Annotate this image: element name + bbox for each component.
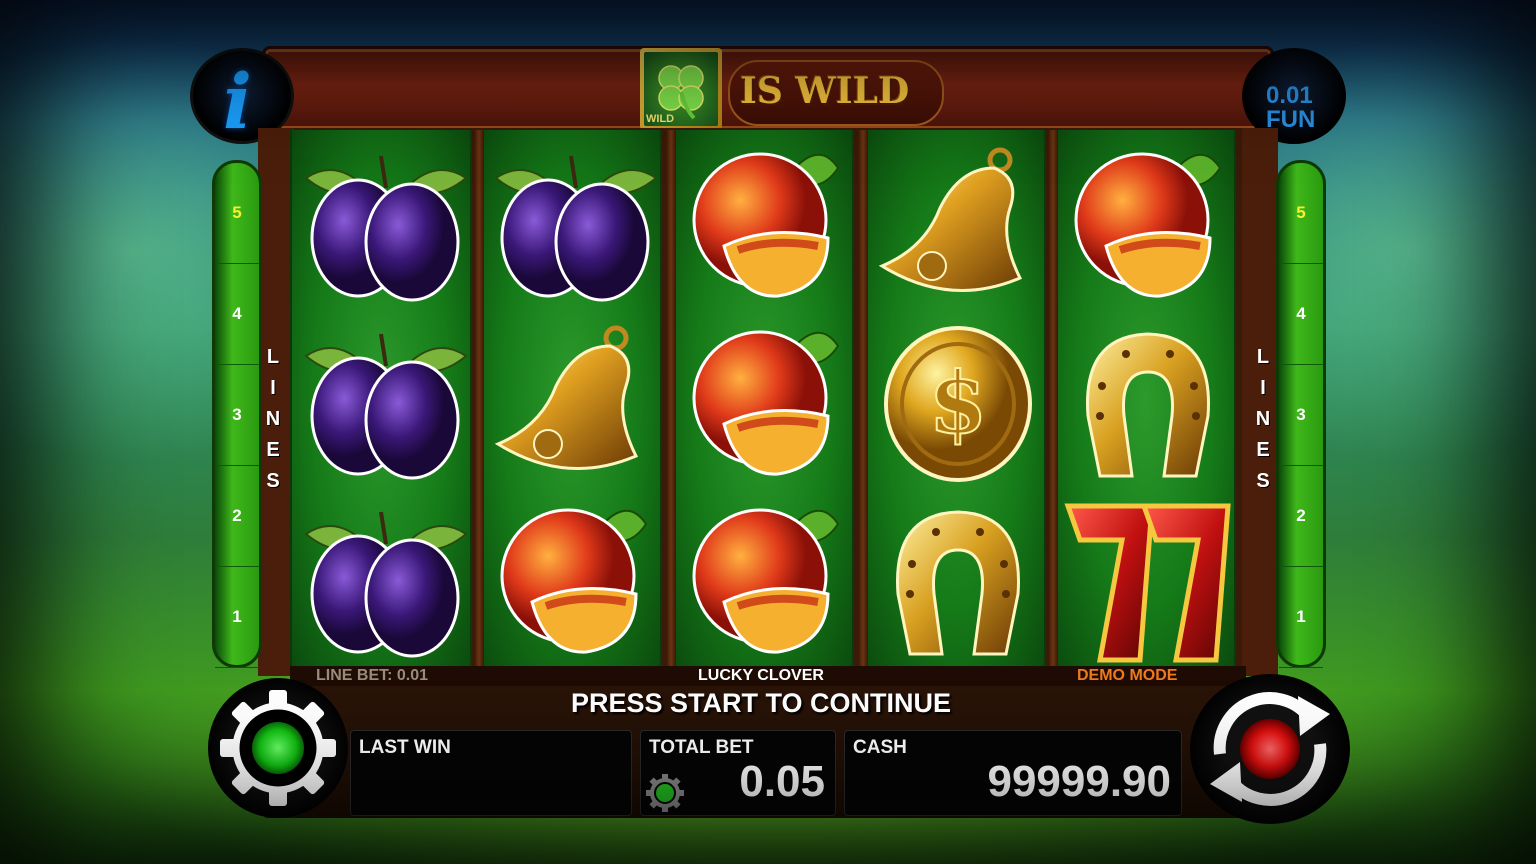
demo-mode-badge: DEMO MODE — [1077, 667, 1178, 684]
gear-icon — [220, 690, 336, 806]
lines-label-right: LINES — [1254, 342, 1272, 497]
symbol-plum — [296, 494, 472, 670]
lines-letter: I — [1260, 377, 1266, 399]
lines-letter: S — [266, 470, 280, 492]
symbol-peach — [678, 316, 854, 492]
line-selector-5[interactable]: 5 — [1279, 163, 1323, 264]
line-selector-2[interactable]: 2 — [1279, 466, 1323, 567]
line-selector-1[interactable]: 1 — [1279, 567, 1323, 668]
lines-letter: L — [266, 346, 280, 368]
lines-letter: L — [1256, 346, 1270, 368]
line-selector-2[interactable]: 2 — [215, 466, 259, 567]
wild-badge-label: WILD — [646, 113, 675, 125]
total-bet-value: 0.05 — [739, 757, 825, 806]
spin-arrows-icon — [1210, 692, 1330, 806]
symbol-plum — [296, 316, 472, 492]
svg-text:$: $ — [929, 353, 987, 452]
lines-label-left: LINES — [264, 342, 282, 497]
line-selector-4[interactable]: 4 — [215, 264, 259, 365]
last-win-field: LAST WIN — [350, 730, 632, 816]
line-selector-3[interactable]: 3 — [1279, 365, 1323, 466]
reel-separator — [474, 130, 484, 670]
wild-text: IS WILD — [740, 70, 910, 112]
lines-panel-left: 54321 — [212, 160, 262, 668]
line-selector-3[interactable]: 3 — [215, 365, 259, 466]
reel-separator — [858, 130, 868, 670]
symbol-peach — [678, 494, 854, 670]
total-bet-label: TOTAL BET — [649, 737, 754, 758]
cash-field: CASH 99999.90 — [844, 730, 1182, 816]
lines-letter: E — [1256, 439, 1270, 461]
wild-clover-badge: WILD — [640, 48, 722, 130]
line-selector-4[interactable]: 4 — [1279, 264, 1323, 365]
info-icon: i — [223, 57, 252, 146]
last-win-label: LAST WIN — [359, 737, 451, 758]
lines-letter: N — [265, 408, 281, 430]
status-message: PRESS START TO CONTINUE — [571, 688, 952, 718]
lines-panel-right: 54321 — [1276, 160, 1326, 668]
symbol-peach — [1060, 138, 1236, 314]
symbol-horseshoe — [1060, 316, 1236, 492]
spin-button[interactable] — [1190, 674, 1350, 824]
line-selector-1[interactable]: 1 — [215, 567, 259, 668]
settings-button[interactable] — [208, 678, 348, 818]
reel-separator — [1048, 130, 1058, 670]
symbol-horseshoe — [870, 494, 1046, 670]
lines-letter: N — [1255, 408, 1271, 430]
symbol-bell — [870, 138, 1046, 314]
lines-letter: S — [1256, 470, 1270, 492]
game-name: LUCKY CLOVER — [698, 667, 824, 684]
lines-letter: I — [270, 377, 276, 399]
cash-label: CASH — [853, 737, 907, 758]
symbol-plum — [296, 138, 472, 314]
line-selector-5[interactable]: 5 — [215, 163, 259, 264]
symbol-bell — [486, 316, 662, 492]
symbol-plum — [486, 138, 662, 314]
bet-settings-icon[interactable] — [644, 772, 686, 814]
cash-value: 99999.90 — [987, 757, 1171, 806]
symbol-dollar-coin: $ — [870, 316, 1046, 492]
reel-separator — [666, 130, 676, 670]
symbol-peach — [486, 494, 662, 670]
lines-letter: E — [266, 439, 280, 461]
symbol-seven — [1060, 494, 1236, 670]
symbol-peach — [678, 138, 854, 314]
